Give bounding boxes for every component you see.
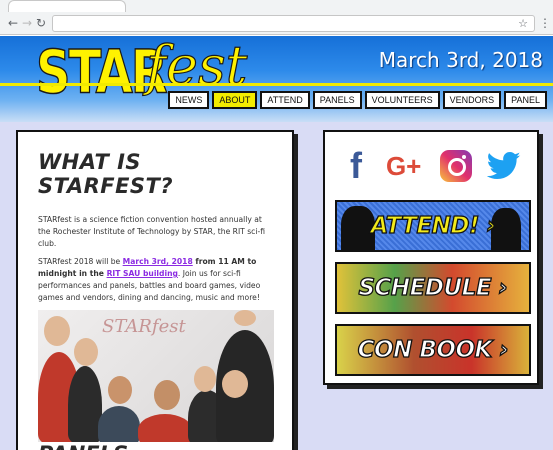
con-book-button[interactable]: CON BOOK › <box>335 324 531 376</box>
browser-tab[interactable] <box>8 0 126 12</box>
event-date: March 3rd, 2018 <box>378 48 543 72</box>
nav-news[interactable]: NEWS <box>168 91 210 109</box>
person-head <box>74 338 98 366</box>
group-photo: STARfest <box>38 310 274 442</box>
person-head <box>154 380 180 410</box>
browser-chrome: ← → ↻ ☆ ⋮ <box>0 0 553 35</box>
reload-icon[interactable]: ↻ <box>34 16 48 30</box>
page-body: WHAT IS STARFEST? STARfest is a science … <box>0 122 553 450</box>
site-header: STAR fest March 3rd, 2018 NEWS ABOUT ATT… <box>0 33 553 122</box>
attend-button-label: ATTEND! › <box>370 212 497 239</box>
logo-fest-text: fest <box>145 33 248 97</box>
address-bar[interactable]: ☆ <box>52 15 535 32</box>
main-nav: NEWS ABOUT ATTEND PANELS VOLUNTEERS VEND… <box>168 91 547 109</box>
forward-arrow-icon[interactable]: → <box>20 16 34 30</box>
whiteboard-text: STARfest <box>102 316 186 337</box>
kebab-menu-icon[interactable]: ⋮ <box>539 15 551 31</box>
about-intro: STARfest is a science fiction convention… <box>38 215 265 248</box>
nav-attend[interactable]: ATTEND <box>260 91 310 109</box>
nav-panel[interactable]: PANEL <box>504 91 547 109</box>
social-links: f G+ <box>345 146 521 186</box>
sau-building-link[interactable]: RIT SAU building <box>107 269 178 278</box>
about-card: WHAT IS STARFEST? STARfest is a science … <box>16 130 294 450</box>
person-head <box>108 376 132 404</box>
star-icon[interactable]: ☆ <box>518 16 528 31</box>
nav-about[interactable]: ABOUT <box>212 91 258 109</box>
person-head <box>194 366 216 392</box>
facebook-icon[interactable]: f <box>345 148 367 184</box>
attend-button[interactable]: ATTEND! › <box>335 200 531 252</box>
person-head <box>44 316 70 346</box>
about-heading: WHAT IS STARFEST? <box>38 150 174 198</box>
panels-heading: PANELS <box>38 442 128 450</box>
person <box>68 366 102 442</box>
back-arrow-icon[interactable]: ← <box>6 16 20 30</box>
con-book-button-label: CON BOOK › <box>357 336 509 363</box>
nav-panels[interactable]: PANELS <box>312 91 362 109</box>
nav-vendors[interactable]: VENDORS <box>442 91 502 109</box>
nav-volunteers[interactable]: VOLUNTEERS <box>364 91 440 109</box>
person-head <box>234 310 256 326</box>
about-details: STARfest 2018 will be March 3rd, 2018 fr… <box>38 257 261 302</box>
person <box>98 406 140 442</box>
person <box>138 414 192 442</box>
twitter-icon[interactable] <box>486 151 521 181</box>
google-plus-icon[interactable]: G+ <box>382 148 426 184</box>
schedule-button[interactable]: SCHEDULE › <box>335 262 531 314</box>
sidebar-card: f G+ ATTEND! › SCHEDULE › CON BOOK › <box>323 130 539 385</box>
instagram-icon[interactable] <box>440 150 473 182</box>
person-head <box>222 370 248 398</box>
header-divider <box>0 83 553 86</box>
event-date-link[interactable]: March 3rd, 2018 <box>123 257 193 266</box>
schedule-button-label: SCHEDULE › <box>358 274 509 301</box>
